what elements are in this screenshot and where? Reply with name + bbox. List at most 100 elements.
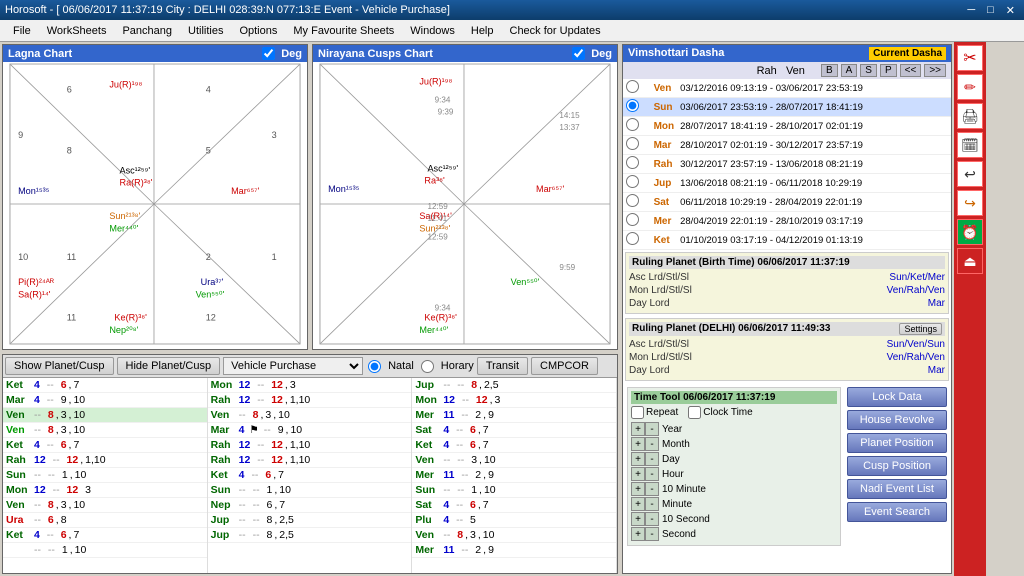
minimize-btn[interactable]: ─ [963, 4, 979, 17]
dasha-header: Vimshottari Dasha Current Dasha [623, 45, 951, 62]
dasha-nav-s[interactable]: S [860, 64, 877, 77]
dasha-row[interactable]: Mon 28/07/2017 18:41:19 - 28/10/2017 02:… [623, 117, 951, 136]
minute-minus-btn[interactable]: - [645, 497, 659, 511]
event-select[interactable]: Vehicle Purchase [223, 357, 363, 375]
year-plus-btn[interactable]: + [631, 422, 645, 436]
planet-row: Ven -- 8,3,10 [208, 408, 412, 423]
dasha-row[interactable]: Rah 30/12/2017 23:57:19 - 13/06/2018 08:… [623, 155, 951, 174]
side-btn-edit[interactable]: ✏ [957, 74, 983, 100]
time-row-minute: + - Minute [631, 497, 837, 511]
10sec-plus-btn[interactable]: + [631, 512, 645, 526]
dasha-row[interactable]: Mar 28/10/2017 02:01:19 - 30/12/2017 23:… [623, 136, 951, 155]
menu-panchang[interactable]: Panchang [114, 23, 180, 39]
svg-text:Ke(R)³⁸': Ke(R)³⁸' [114, 313, 147, 323]
time-row-month: + - Month [631, 437, 837, 451]
side-btn-scissors[interactable]: ✂ [957, 45, 983, 71]
side-btn-clock[interactable]: ⏰ [957, 219, 983, 245]
planet-row: Jup -- -- 8,2,5 [412, 378, 616, 393]
dasha-nav-p[interactable]: P [880, 64, 897, 77]
settings-button[interactable]: Settings [899, 323, 942, 335]
repeat-option[interactable]: Repeat [631, 406, 678, 419]
lagna-deg-checkbox[interactable] [262, 47, 275, 60]
svg-text:Sun²¹³⁸': Sun²¹³⁸' [109, 211, 140, 221]
side-btn-print[interactable]: 🖨 [957, 103, 983, 129]
right-panel: Vimshottari Dasha Current Dasha Rah Ven … [622, 44, 952, 574]
side-btn-calc[interactable]: 🗓 [957, 132, 983, 158]
side-btn-back[interactable]: ↩ [957, 161, 983, 187]
second-minus-btn[interactable]: - [645, 527, 659, 541]
dasha-row[interactable]: Ven 03/12/2016 09:13:19 - 03/06/2017 23:… [623, 79, 951, 98]
hour-minus-btn[interactable]: - [645, 467, 659, 481]
ruling-planet1: Ruling Planet (Birth Time) 06/06/2017 11… [625, 252, 949, 314]
planet-row: Mon 12 -- 12 3 [3, 483, 207, 498]
menu-help[interactable]: Help [463, 23, 502, 39]
10sec-minus-btn[interactable]: - [645, 512, 659, 526]
menu-worksheets[interactable]: WorkSheets [39, 23, 115, 39]
dasha-row-selected[interactable]: Sun 03/06/2017 23:53:19 - 28/07/2017 18:… [623, 98, 951, 117]
dasha-nav-prev[interactable]: << [900, 64, 922, 77]
planet-row: Mar 4 ⚑ -- 9,10 [208, 423, 412, 438]
planet-row: Rah 12 -- 12,1,10 [208, 438, 412, 453]
planet-row: Nep -- -- 6,7 [208, 498, 412, 513]
maximize-btn[interactable]: □ [983, 4, 998, 17]
planet-row: Ven -- -- 3,10 [412, 453, 616, 468]
svg-text:4: 4 [206, 84, 211, 94]
svg-text:9:34: 9:34 [435, 304, 451, 313]
event-search-button[interactable]: Event Search [847, 502, 947, 522]
dasha-row[interactable]: Mer 28/04/2019 22:01:19 - 28/10/2019 03:… [623, 212, 951, 231]
side-btn-forward[interactable]: ↪ [957, 190, 983, 216]
svg-text:9: 9 [18, 130, 23, 140]
planet-row: Mer 11 -- 2,9 [412, 543, 616, 558]
menu-favourite[interactable]: My Favourite Sheets [285, 23, 402, 39]
second-plus-btn[interactable]: + [631, 527, 645, 541]
time-tool-options: Repeat Clock Time [631, 406, 837, 419]
nirayana-deg-checkbox[interactable] [572, 47, 585, 60]
day-plus-btn[interactable]: + [631, 452, 645, 466]
close-btn[interactable]: ✕ [1002, 4, 1019, 17]
svg-text:Ke(R)³⁸': Ke(R)³⁸' [424, 313, 457, 323]
planet-position-button[interactable]: Planet Position [847, 433, 947, 453]
menu-utilities[interactable]: Utilities [180, 23, 231, 39]
transit-button[interactable]: Transit [477, 357, 528, 375]
natal-radio[interactable] [368, 360, 381, 373]
menu-windows[interactable]: Windows [402, 23, 463, 39]
house-revolve-button[interactable]: House Revolve [847, 410, 947, 430]
side-btn-exit[interactable]: ⏏ [957, 248, 983, 274]
clock-time-option[interactable]: Clock Time [688, 406, 752, 419]
menu-file[interactable]: File [5, 23, 39, 39]
hide-planet-cusp-button[interactable]: Hide Planet/Cusp [117, 357, 221, 375]
menu-updates[interactable]: Check for Updates [502, 23, 609, 39]
horary-radio[interactable] [421, 360, 434, 373]
cusp-position-button[interactable]: Cusp Position [847, 456, 947, 476]
planet-row: Ven -- 8,3,10 [412, 528, 616, 543]
time-row-10min: + - 10 Minute [631, 482, 837, 496]
dasha-row[interactable]: Sat 06/11/2018 10:29:19 - 28/04/2019 22:… [623, 193, 951, 212]
planet-data: Ket 4 -- 6,7 Mar 4 -- 9,10 Ven -- 8,3,10… [3, 378, 617, 573]
lock-data-button[interactable]: Lock Data [847, 387, 947, 407]
nirayana-cusps-chart: Nirayana Cusps Chart Deg [312, 44, 618, 350]
menu-options[interactable]: Options [231, 23, 285, 39]
clock-time-checkbox[interactable] [688, 406, 701, 419]
year-minus-btn[interactable]: - [645, 422, 659, 436]
month-plus-btn[interactable]: + [631, 437, 645, 451]
dasha-nav-a[interactable]: A [841, 64, 858, 77]
month-minus-btn[interactable]: - [645, 437, 659, 451]
hour-plus-btn[interactable]: + [631, 467, 645, 481]
10min-minus-btn[interactable]: - [645, 482, 659, 496]
minute-plus-btn[interactable]: + [631, 497, 645, 511]
dasha-row[interactable]: Ket 01/10/2019 03:17:19 - 04/12/2019 01:… [623, 231, 951, 250]
svg-text:3: 3 [272, 130, 277, 140]
planet-row: Ven -- 8,3,10 [3, 498, 207, 513]
10min-plus-btn[interactable]: + [631, 482, 645, 496]
chart-type-radio-group: Natal Horary [366, 360, 474, 373]
show-planet-cusp-button[interactable]: Show Planet/Cusp [5, 357, 114, 375]
nadi-event-list-button[interactable]: Nadi Event List [847, 479, 947, 499]
day-minus-btn[interactable]: - [645, 452, 659, 466]
dasha-row[interactable]: Jup 13/06/2018 08:21:19 - 06/11/2018 10:… [623, 174, 951, 193]
dasha-nav-b[interactable]: B [821, 64, 838, 77]
planet-row: Rah 12 -- 12,1,10 [208, 393, 412, 408]
cmpcor-button[interactable]: CMPCOR [531, 357, 598, 375]
planet-column-2: Mon 12 -- 12,3 Rah 12 -- 12,1,10 Ven -- … [208, 378, 413, 573]
repeat-checkbox[interactable] [631, 406, 644, 419]
dasha-nav-next[interactable]: >> [924, 64, 946, 77]
